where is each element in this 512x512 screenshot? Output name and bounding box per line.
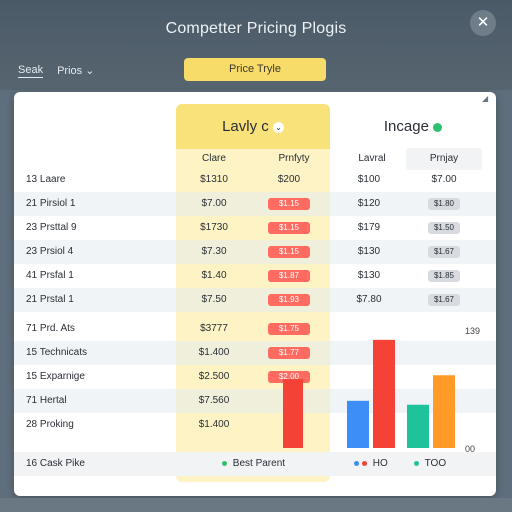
bottom-strip bbox=[0, 498, 512, 512]
menu-bar: Seak Prios ⌄ bbox=[18, 64, 94, 78]
app-title: Competter Pricing Plogis bbox=[165, 20, 347, 37]
y-tick-label: 139 bbox=[465, 326, 480, 336]
left-chart-bar bbox=[283, 379, 303, 448]
chart-bar-a bbox=[347, 400, 369, 448]
footer-row: 16 Cask Pike Best Parent HO TOO bbox=[14, 452, 496, 476]
pricing-table-card: ◢ Lavly c ⌄ Incage Clare Prnfyty Lavral … bbox=[14, 92, 496, 496]
price-type-tab[interactable]: Price Tryle bbox=[184, 58, 326, 81]
close-button[interactable]: ✕ bbox=[470, 10, 496, 36]
blue-legend-icon bbox=[354, 460, 359, 466]
red-legend-icon bbox=[362, 460, 367, 466]
chart-bar-c bbox=[407, 404, 429, 448]
comparison-bar-chart: 13900 bbox=[283, 326, 480, 454]
left-legend-label: Best Parent bbox=[232, 458, 286, 469]
right-legend-b-label: TOO bbox=[424, 458, 447, 469]
chart-bar-b bbox=[373, 339, 395, 448]
right-legend-b: TOO bbox=[414, 457, 446, 471]
green-legend-icon bbox=[222, 460, 227, 466]
chart-bar-d bbox=[433, 375, 455, 448]
right-legend-a-label: HO bbox=[372, 458, 388, 469]
left-legend: Best Parent bbox=[222, 457, 285, 471]
right-legend-a: HO bbox=[354, 457, 388, 471]
menu-item-prios[interactable]: Prios ⌄ bbox=[57, 64, 94, 78]
footer-row-label: 16 Cask Pike bbox=[26, 458, 85, 469]
menu-item-seak[interactable]: Seak bbox=[18, 64, 44, 78]
teal-legend-icon bbox=[414, 460, 419, 466]
